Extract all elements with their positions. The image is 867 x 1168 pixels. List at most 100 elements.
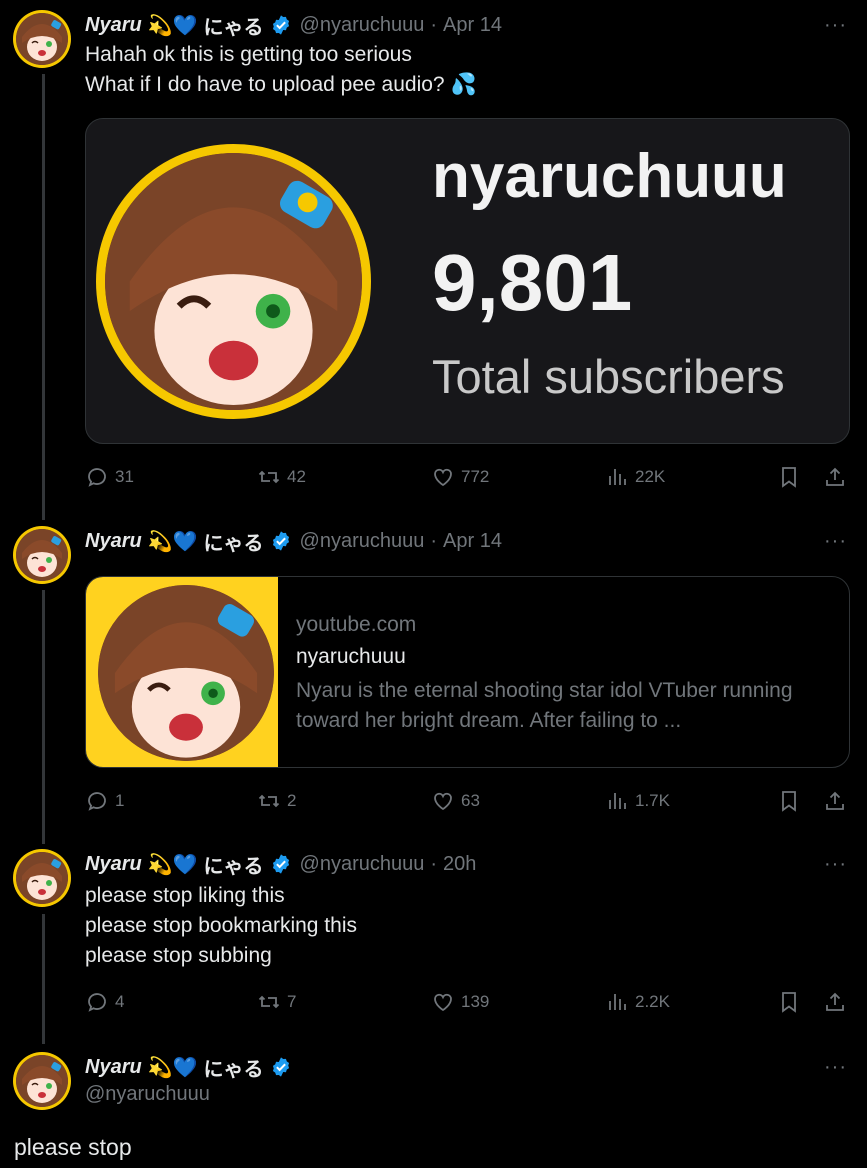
tweet-header: Nyaru 💫 💙 にゃる	[85, 1052, 300, 1082]
retweet-button[interactable]: 42	[257, 462, 306, 492]
verified-badge-icon[interactable]	[270, 1056, 292, 1078]
separator-dot: ·	[430, 13, 438, 36]
reply-button[interactable]: 1	[85, 786, 124, 816]
heart-icon	[434, 468, 452, 487]
reply-count: 31	[115, 467, 134, 486]
retweet-button[interactable]: 2	[257, 786, 296, 816]
heart-icon	[434, 792, 452, 811]
avatar[interactable]	[13, 10, 71, 68]
tweet-actions: 1 2 63 1.7K	[85, 786, 850, 816]
blue-heart-emoji: 💙	[172, 853, 198, 876]
dizzy-star-emoji: 💫	[147, 1056, 173, 1079]
verified-badge-icon[interactable]	[270, 14, 292, 36]
timestamp[interactable]: Apr 14	[443, 14, 502, 37]
avatar[interactable]	[13, 849, 71, 907]
views-button[interactable]: 2.2K	[605, 987, 670, 1017]
like-button[interactable]: 139	[431, 987, 489, 1017]
focused-tweet[interactable]: Nyaru 💫 💙 にゃる ··· @nyaruchuuu please sto…	[0, 1052, 867, 1168]
avatar[interactable]	[13, 526, 71, 584]
views-button[interactable]: 1.7K	[605, 786, 670, 816]
more-options-icon[interactable]: ···	[824, 1052, 847, 1082]
share-button[interactable]	[823, 789, 847, 818]
avatar[interactable]	[13, 1052, 71, 1110]
subscriber-count: 9,801	[432, 238, 633, 327]
share-icon	[826, 992, 844, 1011]
timestamp[interactable]: 20h	[443, 853, 476, 876]
handle[interactable]: @nyaruchuuu	[300, 853, 425, 876]
tweet-text: Hahah ok this is getting too serious Wha…	[85, 40, 477, 100]
dizzy-star-emoji: 💫	[147, 14, 173, 37]
handle[interactable]: @nyaruchuuu	[85, 1083, 210, 1106]
heart-icon	[434, 993, 452, 1012]
display-name-jp[interactable]: にゃる	[204, 850, 264, 879]
tweet-header: Nyaru 💫 💙 にゃる @nyaruchuuu · Apr 14	[85, 10, 502, 40]
link-thumbnail	[86, 577, 278, 767]
retweet-count: 7	[287, 992, 297, 1011]
display-name[interactable]: Nyaru	[85, 853, 142, 876]
more-options-icon[interactable]: ···	[824, 849, 847, 879]
avatar-image	[16, 13, 68, 65]
share-button[interactable]	[823, 465, 847, 494]
retweet-button[interactable]: 7	[257, 987, 296, 1017]
separator-dot: ·	[430, 852, 438, 875]
link-domain: youtube.com	[296, 613, 417, 636]
like-button[interactable]: 63	[431, 786, 480, 816]
name-emoji-group: 💫 💙	[148, 1055, 198, 1080]
display-name[interactable]: Nyaru	[85, 1056, 142, 1079]
retweet-count: 2	[287, 791, 297, 810]
reply-button[interactable]: 31	[85, 462, 134, 492]
display-name-jp[interactable]: にゃる	[204, 11, 264, 40]
retweet-icon	[258, 995, 280, 1009]
display-name[interactable]: Nyaru	[85, 14, 142, 37]
handle[interactable]: @nyaruchuuu	[300, 14, 425, 37]
retweet-count: 42	[287, 467, 306, 486]
view-count: 22K	[635, 467, 666, 486]
display-name[interactable]: Nyaru	[85, 530, 142, 553]
separator-dot: ·	[430, 529, 438, 552]
display-name-jp[interactable]: にゃる	[204, 1053, 264, 1082]
tweet[interactable]: Nyaru 💫 💙 にゃる @nyaruchuuu · Apr 14 ··· H…	[0, 10, 867, 510]
tweet-header: Nyaru 💫 💙 にゃる @nyaruchuuu · 20h	[85, 849, 476, 879]
tweet[interactable]: Nyaru 💫 💙 にゃる @nyaruchuuu · Apr 14 ··· y…	[0, 526, 867, 826]
avatar-image	[16, 529, 68, 581]
tweet[interactable]: Nyaru 💫 💙 にゃる @nyaruchuuu · 20h ··· plea…	[0, 849, 867, 1029]
dizzy-star-emoji: 💫	[147, 530, 173, 553]
retweet-icon	[258, 794, 280, 808]
tweet-text: please stop	[14, 1134, 132, 1160]
tweet-text-line: please stop bookmarking this	[85, 914, 357, 937]
verified-badge-icon[interactable]	[270, 530, 292, 552]
reply-count: 4	[115, 992, 125, 1011]
media-card[interactable]: nyaruchuuu 9,801 Total subscribers	[85, 118, 850, 444]
verified-badge-icon[interactable]	[270, 853, 292, 875]
views-icon	[609, 469, 626, 485]
name-emoji-group: 💫 💙	[148, 13, 198, 38]
like-count: 63	[461, 791, 480, 810]
display-name-jp[interactable]: にゃる	[204, 527, 264, 556]
share-button[interactable]	[823, 990, 847, 1019]
bookmark-icon	[782, 467, 796, 488]
like-button[interactable]: 772	[431, 462, 489, 492]
tweet-text-line: please stop subbing	[85, 944, 272, 967]
retweet-icon	[258, 470, 280, 484]
channel-name: nyaruchuuu	[432, 142, 787, 211]
reply-icon	[88, 468, 106, 487]
like-count: 772	[461, 467, 490, 486]
reply-button[interactable]: 4	[85, 987, 124, 1017]
link-description: Nyaru is the eternal shooting star idol …	[296, 679, 793, 732]
channel-avatar-image	[96, 144, 371, 419]
handle[interactable]: @nyaruchuuu	[300, 530, 425, 553]
bookmark-button[interactable]	[777, 990, 801, 1019]
more-options-icon[interactable]: ···	[824, 526, 847, 556]
tweet-actions: 31 42 772 22K	[85, 462, 850, 492]
reply-icon	[88, 792, 106, 811]
bookmark-button[interactable]	[777, 465, 801, 494]
bookmark-button[interactable]	[777, 789, 801, 818]
more-options-icon[interactable]: ···	[824, 10, 847, 40]
link-title: nyaruchuuu	[296, 645, 406, 668]
views-button[interactable]: 22K	[605, 462, 665, 492]
tweet-header: Nyaru 💫 💙 にゃる @nyaruchuuu · Apr 14	[85, 526, 502, 556]
subscriber-label: Total subscribers	[432, 350, 785, 403]
name-emoji-group: 💫 💙	[148, 852, 198, 877]
link-card[interactable]: youtube.com nyaruchuuu Nyaru is the eter…	[85, 576, 850, 768]
timestamp[interactable]: Apr 14	[443, 530, 502, 553]
